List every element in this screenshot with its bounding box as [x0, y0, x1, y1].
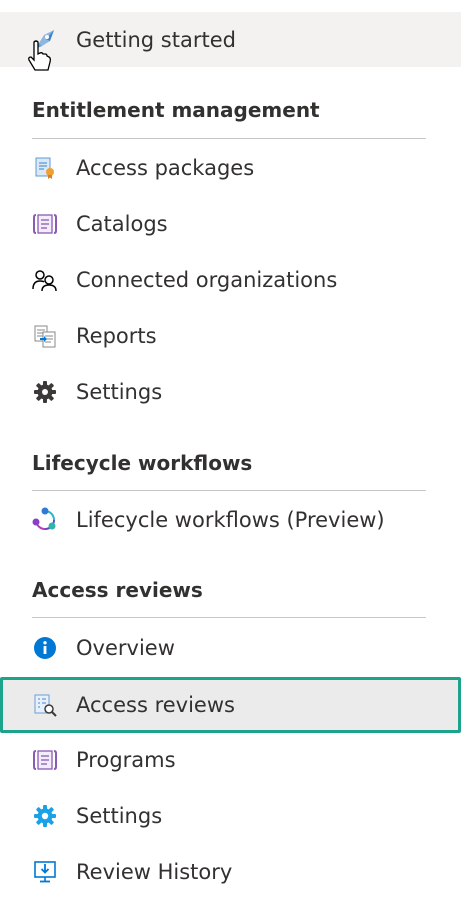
nav-label: Review History — [76, 860, 233, 884]
nav-item-reports[interactable]: Reports — [0, 308, 461, 364]
access-review-icon — [32, 692, 58, 718]
nav-item-programs[interactable]: Programs — [0, 732, 461, 788]
nav-item-access-reviews[interactable]: Access reviews — [0, 677, 461, 733]
section-heading-access-reviews: Access reviews — [32, 578, 203, 602]
nav-label: Settings — [76, 804, 163, 828]
download-monitor-icon — [32, 859, 58, 885]
nav-item-review-settings[interactable]: Settings — [0, 788, 461, 844]
nav-label: Connected organizations — [76, 268, 338, 292]
nav-item-overview[interactable]: Overview — [0, 620, 461, 676]
reports-icon — [32, 323, 58, 349]
nav-label: Catalogs — [76, 212, 168, 236]
nav-label: Overview — [76, 636, 175, 660]
nav-label: Programs — [76, 748, 176, 772]
section-heading-lifecycle: Lifecycle workflows — [32, 451, 253, 475]
people-icon — [32, 267, 58, 293]
nav-item-access-packages[interactable]: Access packages — [0, 140, 461, 196]
nav-item-review-history[interactable]: Review History — [0, 844, 461, 900]
gear-blue-icon — [32, 803, 58, 829]
info-icon — [32, 635, 58, 661]
nav-label: Settings — [76, 380, 163, 404]
nav-item-catalogs[interactable]: Catalogs — [0, 196, 461, 252]
programs-icon — [32, 747, 58, 773]
nav-label: Lifecycle workflows (Preview) — [76, 508, 385, 532]
divider — [32, 138, 426, 139]
lifecycle-icon — [32, 507, 58, 533]
divider — [32, 617, 426, 618]
nav-label: Reports — [76, 324, 157, 348]
nav-label: Getting started — [76, 27, 236, 52]
nav-item-settings[interactable]: Settings — [0, 364, 461, 420]
access-package-icon — [32, 155, 58, 181]
catalog-icon — [32, 211, 58, 237]
hand-cursor-icon — [28, 40, 51, 71]
nav-label: Access packages — [76, 156, 255, 180]
nav-item-lifecycle-workflows[interactable]: Lifecycle workflows (Preview) — [0, 492, 461, 548]
nav-label: Access reviews — [76, 693, 235, 717]
divider — [32, 490, 426, 491]
gear-icon — [32, 379, 58, 405]
nav-item-connected-organizations[interactable]: Connected organizations — [0, 252, 461, 308]
nav-item-getting-started[interactable]: Getting started — [0, 12, 461, 67]
section-heading-entitlement: Entitlement management — [32, 98, 320, 122]
